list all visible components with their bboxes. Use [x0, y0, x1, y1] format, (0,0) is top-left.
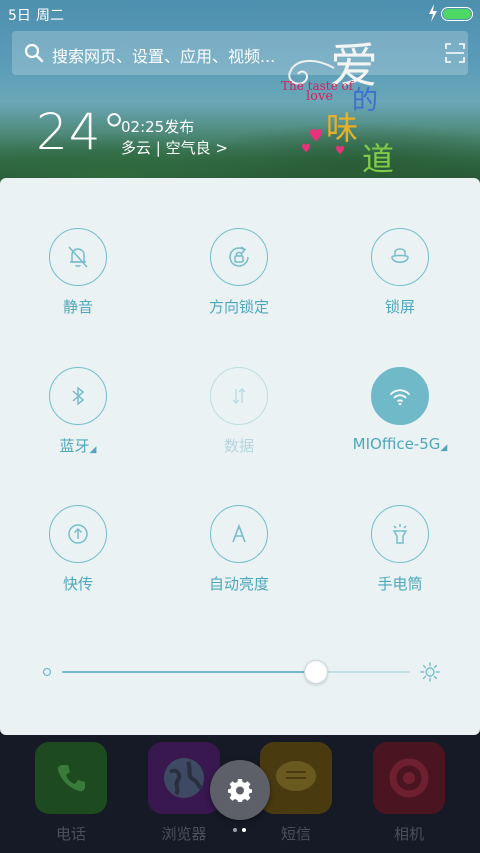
toggle-mobile-data[interactable]: 数据	[164, 367, 314, 477]
toggle-label-text: MIOffice-5G	[352, 435, 441, 453]
toggle-label: MIOffice-5G◢	[325, 435, 475, 453]
toggle-label-text: 蓝牙	[59, 437, 90, 455]
control-center-panel: 静音 方向锁定 锁屏 蓝牙◢ 数据 MIOffice-5G◢ 快传 自动亮度 手…	[0, 178, 480, 735]
toggle-label: 蓝牙◢	[3, 435, 153, 456]
toggle-silent[interactable]: 静音	[3, 228, 153, 338]
browser-icon	[164, 758, 204, 798]
toggle-circle[interactable]	[210, 505, 268, 563]
status-date: 5日	[8, 8, 31, 24]
logo-english-line2: love	[306, 89, 334, 104]
toggle-bluetooth[interactable]: 蓝牙◢	[3, 367, 153, 477]
toggle-quick-transfer[interactable]: 快传	[3, 505, 153, 615]
rotation-lock-icon	[229, 246, 249, 267]
toggle-circle[interactable]	[49, 228, 107, 286]
dock-app-camera[interactable]	[373, 742, 445, 814]
message-icon	[276, 761, 316, 791]
toggle-label: 锁屏	[384, 298, 415, 316]
brightness-thumb[interactable]	[304, 660, 329, 684]
toggle-circle[interactable]	[210, 228, 268, 286]
toggle-label: 手电筒	[377, 575, 423, 593]
quick-transfer-icon	[68, 524, 88, 544]
bluetooth-icon	[72, 386, 85, 406]
charging-icon	[429, 4, 437, 22]
wifi-icon	[390, 389, 410, 406]
toggle-flashlight[interactable]: 手电筒	[325, 505, 475, 615]
battery-level	[443, 9, 471, 19]
page-indicator	[233, 828, 246, 832]
settings-button[interactable]	[210, 760, 270, 820]
logo-char-dao: 道	[362, 140, 395, 178]
dock-app-message[interactable]	[260, 742, 332, 814]
hearts-icon	[302, 129, 344, 155]
toggle-circle[interactable]	[371, 228, 429, 286]
dock-label-camera: 相机	[393, 825, 424, 843]
toggle-circle[interactable]	[371, 505, 429, 563]
brightness-fill	[62, 671, 317, 673]
gear-icon	[228, 779, 252, 802]
dock-label-message: 短信	[280, 825, 311, 843]
bell-mute-icon	[68, 246, 88, 268]
brightness-high-icon	[420, 662, 440, 682]
flashlight-icon	[392, 524, 408, 544]
phone-icon	[57, 765, 85, 792]
toggle-circle[interactable]	[49, 367, 107, 425]
scan-icon[interactable]	[445, 43, 465, 63]
toggle-circle[interactable]	[210, 367, 268, 425]
dock-app-phone[interactable]	[35, 742, 107, 814]
brightness-low-icon	[42, 667, 52, 677]
toggle-label: 数据	[223, 437, 254, 455]
mobile-data-icon	[232, 387, 246, 405]
toggle-label: 静音	[62, 298, 93, 316]
toggle-rotation-lock[interactable]: 方向锁定	[164, 228, 314, 338]
toggle-circle[interactable]	[371, 367, 429, 425]
dropdown-triangle-icon: ◢	[440, 443, 448, 453]
status-day: 周二	[36, 8, 64, 24]
toggle-wifi[interactable]: MIOffice-5G◢	[325, 367, 475, 477]
toggle-label: 自动亮度	[208, 575, 269, 593]
weather-temperature[interactable]: 24°	[36, 107, 128, 157]
dropdown-triangle-icon: ◢	[89, 445, 97, 455]
weather-published-time: 02:25发布	[121, 118, 195, 136]
brightness-slider[interactable]	[36, 658, 448, 688]
weather-description[interactable]: 多云 | 空气良 >	[121, 137, 228, 158]
search-icon	[24, 43, 44, 63]
toggle-label: 方向锁定	[208, 298, 269, 316]
dock-label-phone: 电话	[55, 825, 86, 843]
status-bar: 5日 周二	[0, 0, 480, 28]
auto-brightness-icon	[232, 523, 246, 543]
toggle-label: 快传	[62, 575, 93, 593]
battery-icon	[441, 7, 473, 21]
dock-label-browser: 浏览器	[161, 825, 207, 843]
camera-icon	[389, 758, 429, 798]
search-placeholder[interactable]: 搜索网页、设置、应用、视频...	[52, 43, 275, 67]
dock-app-browser[interactable]	[148, 742, 220, 814]
lock-icon	[391, 248, 409, 263]
toggle-lock-screen[interactable]: 锁屏	[325, 228, 475, 338]
toggle-circle[interactable]	[49, 505, 107, 563]
toggle-auto-brightness[interactable]: 自动亮度	[164, 505, 314, 615]
